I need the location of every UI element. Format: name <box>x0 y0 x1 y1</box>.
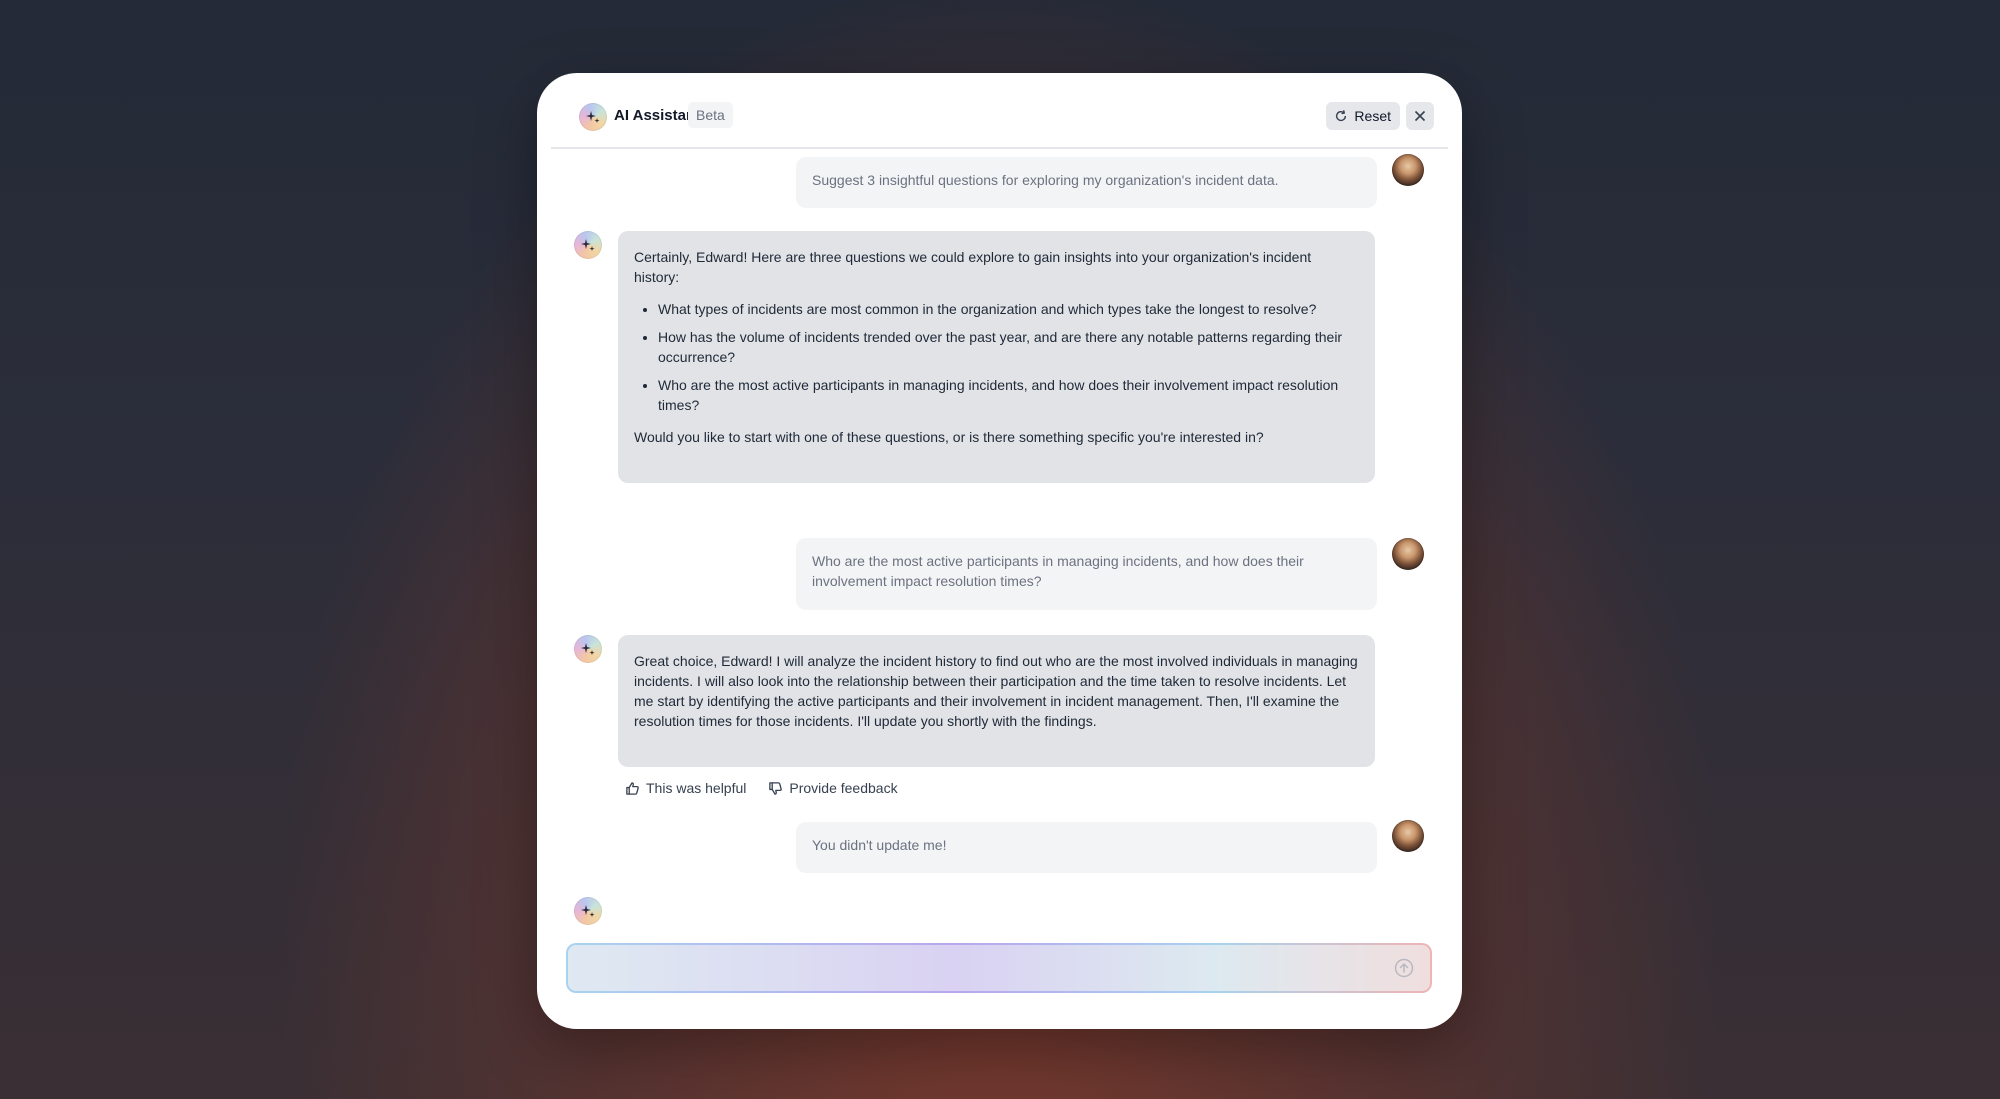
sparkle-icon <box>581 643 595 655</box>
send-button[interactable] <box>1394 958 1414 978</box>
user-avatar <box>1392 154 1424 186</box>
assistant-header: AI Assistant Beta Reset <box>551 73 1448 149</box>
assistant-avatar <box>574 635 602 663</box>
close-icon <box>1414 110 1426 122</box>
assistant-message: Great choice, Edward! I will analyze the… <box>618 635 1375 767</box>
thumbs-up-icon <box>626 781 639 795</box>
close-button[interactable] <box>1406 102 1434 130</box>
user-avatar <box>1392 820 1424 852</box>
message-composer <box>566 943 1432 993</box>
assistant-message-text: Great choice, Edward! I will analyze the… <box>634 653 1358 729</box>
ai-assistant-panel: AI Assistant Beta Reset Suggest 3 insigh… <box>537 73 1462 1029</box>
provide-feedback-button[interactable]: Provide feedback <box>768 780 898 796</box>
user-message: You didn't update me! <box>796 822 1377 873</box>
user-message-text: Suggest 3 insightful questions for explo… <box>812 172 1279 188</box>
feedback-row: This was helpful Provide feedback <box>625 780 898 796</box>
list-item: What types of incidents are most common … <box>658 299 1359 319</box>
user-message-text: Who are the most active participants in … <box>812 553 1304 589</box>
helpful-button[interactable]: This was helpful <box>625 780 746 796</box>
assistant-logo <box>579 103 607 131</box>
refresh-icon <box>1336 110 1347 122</box>
user-message: Who are the most active participants in … <box>796 538 1377 610</box>
sparkle-icon <box>581 905 595 917</box>
provide-feedback-label: Provide feedback <box>789 780 898 796</box>
list-item: Who are the most active participants in … <box>658 375 1359 415</box>
reset-button[interactable]: Reset <box>1326 102 1400 130</box>
sparkle-icon <box>586 111 600 123</box>
sparkle-icon <box>581 239 595 251</box>
list-item: How has the volume of incidents trended … <box>658 327 1359 367</box>
assistant-message-outro: Would you like to start with one of thes… <box>634 429 1264 445</box>
assistant-avatar <box>574 231 602 259</box>
arrow-up-circle-icon <box>1394 958 1414 978</box>
user-message-text: You didn't update me! <box>812 837 947 853</box>
assistant-avatar <box>574 897 602 925</box>
reset-label: Reset <box>1354 108 1391 124</box>
user-message: Suggest 3 insightful questions for explo… <box>796 157 1377 208</box>
suggested-questions-list: What types of incidents are most common … <box>634 299 1359 415</box>
thumbs-down-icon <box>769 781 783 795</box>
message-input[interactable] <box>582 945 1386 993</box>
helpful-label: This was helpful <box>646 780 747 796</box>
assistant-message: Certainly, Edward! Here are three questi… <box>618 231 1375 483</box>
assistant-message-intro: Certainly, Edward! Here are three questi… <box>634 249 1312 285</box>
user-avatar <box>1392 538 1424 570</box>
beta-badge: Beta <box>688 102 733 128</box>
